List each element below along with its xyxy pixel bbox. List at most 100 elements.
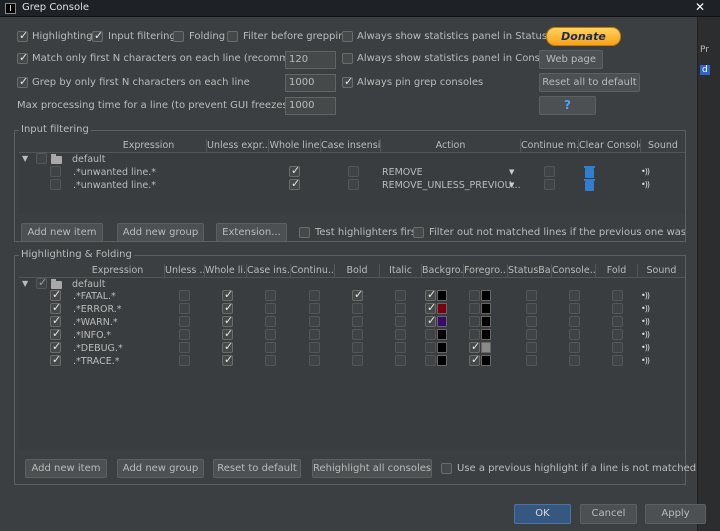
grep-first-n-field[interactable]: 1000	[285, 74, 336, 92]
row-background-checkbox[interactable]	[425, 342, 436, 353]
row-unless-checkbox[interactable]	[179, 316, 190, 327]
stats-status-bar-checkbox[interactable]	[342, 31, 353, 42]
stats-console-checkbox[interactable]	[342, 53, 353, 64]
col-continue[interactable]: Continu...	[291, 264, 335, 278]
col-continue-matching[interactable]: Continue m...	[521, 139, 579, 153]
row-foreground-checkbox[interactable]	[469, 303, 480, 314]
row-expression[interactable]: .*FATAL.*	[73, 291, 116, 302]
row-action[interactable]: REMOVE	[382, 167, 423, 178]
row-background-checkbox[interactable]	[425, 355, 436, 366]
close-icon[interactable]: ✕	[688, 0, 712, 15]
rehighlight-all-button[interactable]: Rehighlight all consoles	[312, 459, 432, 478]
row-background-swatch[interactable]	[437, 329, 447, 340]
col-sound[interactable]: Sound	[641, 139, 685, 153]
row-background-checkbox[interactable]	[425, 329, 436, 340]
match-first-n-checkbox[interactable]	[17, 51, 28, 64]
row-case-insensitive-checkbox[interactable]	[265, 342, 276, 353]
trash-icon[interactable]	[584, 179, 595, 191]
row-continue-checkbox[interactable]	[309, 355, 320, 366]
row-bold-checkbox[interactable]	[352, 342, 363, 353]
row-enabled-checkbox[interactable]	[50, 166, 61, 177]
row-expression[interactable]: .*ERROR.*	[73, 304, 121, 315]
group-enabled-checkbox[interactable]	[36, 276, 47, 289]
row-continue-checkbox[interactable]	[544, 179, 555, 190]
row-fold-checkbox[interactable]	[612, 329, 623, 340]
row-expression[interactable]: .*unwanted line.*	[73, 180, 156, 191]
row-bold-checkbox[interactable]	[352, 288, 363, 301]
row-whole-line-checkbox[interactable]	[289, 177, 300, 190]
row-foreground-checkbox[interactable]	[469, 340, 480, 353]
row-action[interactable]: REMOVE_UNLESS_PREVIOU...	[382, 180, 521, 191]
row-whole-line-checkbox[interactable]	[222, 301, 233, 314]
row-statusbar-checkbox[interactable]	[526, 290, 537, 301]
sound-icon[interactable]: •))	[641, 167, 650, 176]
filter-add-item-button[interactable]: Add new item	[21, 223, 103, 242]
row-enabled-checkbox[interactable]	[50, 288, 61, 301]
row-case-insensitive-checkbox[interactable]	[265, 355, 276, 366]
row-continue-checkbox[interactable]	[309, 342, 320, 353]
row-enabled-checkbox[interactable]	[50, 327, 61, 340]
col-fold[interactable]: Fold	[596, 264, 638, 278]
cancel-button[interactable]: Cancel	[580, 504, 637, 524]
row-statusbar-checkbox[interactable]	[526, 355, 537, 366]
row-bold-checkbox[interactable]	[352, 316, 363, 327]
col-action[interactable]: Action	[381, 139, 521, 153]
row-whole-line-checkbox[interactable]	[222, 314, 233, 327]
row-whole-line-checkbox[interactable]	[222, 340, 233, 353]
row-case-insensitive-checkbox[interactable]	[265, 316, 276, 327]
match-first-n-field[interactable]: 120	[285, 51, 336, 69]
chevron-down-icon[interactable]: ▼	[509, 168, 514, 176]
donate-button[interactable]: Donate	[546, 27, 621, 46]
max-time-field[interactable]: 1000	[285, 97, 336, 115]
row-statusbar-checkbox[interactable]	[526, 316, 537, 327]
col-background[interactable]: Backgro...	[422, 264, 464, 278]
pin-grep-checkbox[interactable]	[342, 75, 353, 88]
col-unless[interactable]: Unless ...	[165, 264, 205, 278]
row-whole-line-checkbox[interactable]	[222, 288, 233, 301]
row-console-checkbox[interactable]	[569, 303, 580, 314]
row-whole-line-checkbox[interactable]	[222, 327, 233, 340]
row-bold-checkbox[interactable]	[352, 355, 363, 366]
row-expression[interactable]: .*unwanted line.*	[73, 167, 156, 178]
row-foreground-checkbox[interactable]	[469, 316, 480, 327]
row-continue-checkbox[interactable]	[309, 329, 320, 340]
input-filtering-checkbox[interactable]	[92, 29, 103, 42]
web-page-button[interactable]: Web page	[539, 50, 603, 69]
apply-button[interactable]: Apply	[645, 504, 706, 524]
sound-icon[interactable]: •))	[641, 304, 650, 313]
col-case-insensitive[interactable]: Case ins...	[247, 264, 291, 278]
col-unless-expression[interactable]: Unless expr...	[207, 139, 269, 153]
row-whole-line-checkbox[interactable]	[289, 164, 300, 177]
row-foreground-swatch[interactable]	[481, 355, 491, 366]
row-statusbar-checkbox[interactable]	[526, 342, 537, 353]
sound-icon[interactable]: •))	[641, 317, 650, 326]
row-statusbar-checkbox[interactable]	[526, 329, 537, 340]
col-clear-console[interactable]: Clear Console	[579, 139, 641, 153]
row-continue-checkbox[interactable]	[309, 316, 320, 327]
row-case-insensitive-checkbox[interactable]	[265, 290, 276, 301]
group-enabled-checkbox[interactable]	[36, 153, 47, 164]
reset-all-button[interactable]: Reset all to default	[539, 73, 640, 92]
row-whole-line-checkbox[interactable]	[222, 353, 233, 366]
sound-icon[interactable]: •))	[641, 291, 650, 300]
row-foreground-swatch[interactable]	[481, 316, 491, 327]
row-unless-checkbox[interactable]	[179, 342, 190, 353]
row-console-checkbox[interactable]	[569, 329, 580, 340]
row-case-insensitive-checkbox[interactable]	[348, 179, 359, 190]
row-continue-checkbox[interactable]	[309, 290, 320, 301]
row-console-checkbox[interactable]	[569, 342, 580, 353]
row-background-checkbox[interactable]	[425, 314, 436, 327]
row-background-swatch[interactable]	[437, 290, 447, 301]
row-foreground-checkbox[interactable]	[469, 329, 480, 340]
col-expression[interactable]: Expression	[91, 139, 207, 153]
row-italic-checkbox[interactable]	[395, 342, 406, 353]
expand-arrow-icon[interactable]: ▼	[22, 279, 28, 288]
row-italic-checkbox[interactable]	[395, 316, 406, 327]
col-expression[interactable]: Expression	[71, 264, 165, 278]
test-highlighters-first-checkbox[interactable]	[299, 227, 310, 238]
row-foreground-swatch[interactable]	[481, 329, 491, 340]
row-statusbar-checkbox[interactable]	[526, 303, 537, 314]
row-background-swatch[interactable]	[437, 303, 447, 314]
row-unless-checkbox[interactable]	[179, 329, 190, 340]
col-whole-line[interactable]: Whole li...	[205, 264, 247, 278]
